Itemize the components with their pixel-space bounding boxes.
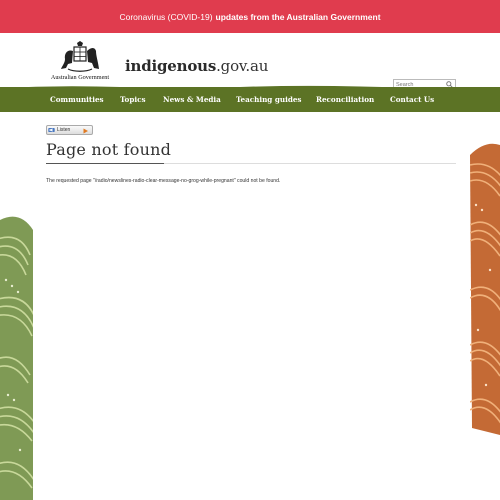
play-icon xyxy=(80,127,90,134)
gov-logo-text: Australian Government xyxy=(50,74,110,81)
coat-of-arms-icon xyxy=(61,41,99,72)
title-underline xyxy=(46,163,164,164)
banner-prefix: Coronavirus (COVID-19) xyxy=(119,11,213,22)
page-title: Page not found xyxy=(46,140,172,159)
nav-item-teaching-guides[interactable]: Teaching guides xyxy=(236,87,301,112)
site-title-rest: .gov.au xyxy=(216,57,269,75)
listen-label: Listen xyxy=(57,127,71,133)
nav-item-contact-us[interactable]: Contact Us xyxy=(390,87,434,112)
nav-item-topics[interactable]: Topics xyxy=(120,87,146,112)
nav-item-news-media[interactable]: News & Media xyxy=(163,87,221,112)
site-title[interactable]: indigenous.gov.au xyxy=(125,57,268,75)
nav-item-communities[interactable]: Communities xyxy=(50,87,104,112)
main-nav: Communities Topics News & Media Teaching… xyxy=(0,85,500,112)
nav-item-reconciliation[interactable]: Reconciliation xyxy=(316,87,374,112)
site-title-bold: indigenous xyxy=(125,57,217,75)
decorative-art-right xyxy=(470,143,500,435)
decorative-art-left xyxy=(0,216,33,500)
covid-banner-link[interactable]: Coronavirus (COVID-19) updates from the … xyxy=(0,0,500,33)
title-divider xyxy=(164,163,456,164)
site-header: Australian Government indigenous.gov.au xyxy=(0,33,500,103)
not-found-message: The requested page "/radio/newslines-rad… xyxy=(46,178,281,184)
speaker-icon xyxy=(47,126,56,134)
listen-button[interactable]: Listen xyxy=(46,125,93,135)
australian-government-logo[interactable]: Australian Government xyxy=(46,41,114,81)
banner-link-text: updates from the Australian Government xyxy=(215,11,381,22)
